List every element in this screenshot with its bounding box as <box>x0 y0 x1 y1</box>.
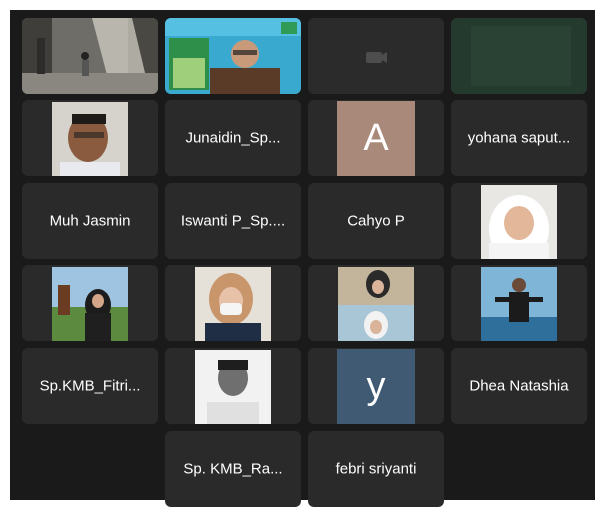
participant-tile[interactable]: Dhea Natashia <box>451 348 587 424</box>
participant-name: Iswanti P_Sp.... <box>180 212 286 230</box>
participant-avatar-photo <box>195 267 271 341</box>
video-feed-blurred <box>451 18 587 94</box>
participant-avatar-photo <box>195 350 271 424</box>
participant-name: Sp. KMB_Ra... <box>183 460 283 478</box>
participant-tile[interactable]: Sp. KMB_Ra... <box>165 431 301 507</box>
participant-tile-banner[interactable] <box>165 18 301 94</box>
participant-name: Sp.KMB_Fitri... <box>39 377 141 395</box>
participant-name: Dhea Natashia <box>469 377 569 395</box>
participant-tile[interactable] <box>165 348 301 424</box>
participant-name: yohana saput... <box>467 129 571 147</box>
participant-tile-camera-off[interactable] <box>308 18 444 94</box>
participant-tile[interactable] <box>308 265 444 341</box>
participant-tile[interactable] <box>22 100 158 176</box>
video-feed-room <box>22 18 158 94</box>
participant-tile[interactable]: Junaidin_Sp... <box>165 100 301 176</box>
participant-tile[interactable] <box>22 265 158 341</box>
participant-name: febri sriyanti <box>335 460 417 478</box>
participant-tile[interactable]: Cahyo P <box>308 183 444 259</box>
participant-tile[interactable] <box>451 265 587 341</box>
participant-name: Muh Jasmin <box>49 212 131 230</box>
participant-tile[interactable]: yohana saput... <box>451 100 587 176</box>
participant-tile[interactable]: Sp.KMB_Fitri... <box>22 348 158 424</box>
participant-name: Cahyo P <box>347 212 405 230</box>
participant-tile[interactable]: A <box>308 100 444 176</box>
participant-avatar-photo <box>338 267 414 341</box>
video-gallery: Junaidin_Sp... A yohana saput... Muh Jas… <box>10 10 595 507</box>
camera-off-icon <box>308 18 444 94</box>
video-feed-banner <box>165 18 301 94</box>
participant-tile-blurred[interactable] <box>451 18 587 94</box>
participant-tile[interactable]: febri sriyanti <box>308 431 444 507</box>
participant-tile[interactable] <box>165 265 301 341</box>
participant-tile-active-speaker[interactable] <box>22 18 158 94</box>
participant-avatar-photo <box>481 267 557 341</box>
participant-initial-avatar: y <box>337 349 415 424</box>
participant-tile[interactable]: Iswanti P_Sp.... <box>165 183 301 259</box>
participant-avatar-photo <box>52 267 128 341</box>
participant-tile[interactable] <box>451 183 587 259</box>
participant-name: Junaidin_Sp... <box>185 129 281 147</box>
participant-avatar-photo <box>52 102 128 176</box>
participant-tile[interactable]: Muh Jasmin <box>22 183 158 259</box>
participant-initial-avatar: A <box>337 101 415 176</box>
participant-avatar-photo <box>481 185 557 259</box>
participant-tile[interactable]: y <box>308 348 444 424</box>
